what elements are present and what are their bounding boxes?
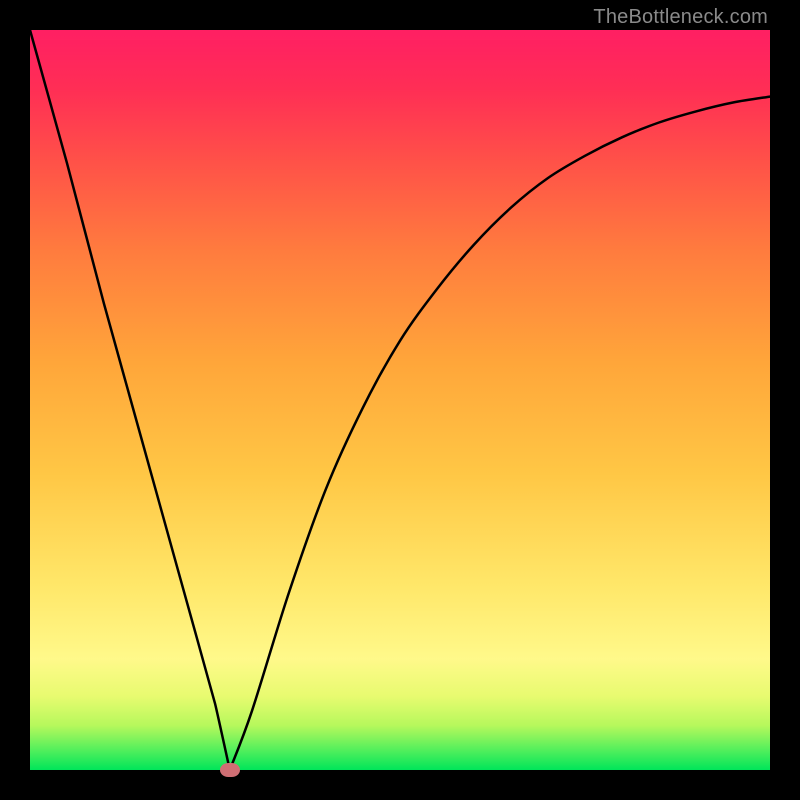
- chart-frame: TheBottleneck.com: [0, 0, 800, 800]
- watermark-text: TheBottleneck.com: [593, 6, 768, 29]
- curve-svg: [30, 30, 770, 770]
- minimum-marker: [220, 763, 240, 777]
- plot-area: [30, 30, 770, 770]
- bottleneck-curve: [30, 30, 770, 770]
